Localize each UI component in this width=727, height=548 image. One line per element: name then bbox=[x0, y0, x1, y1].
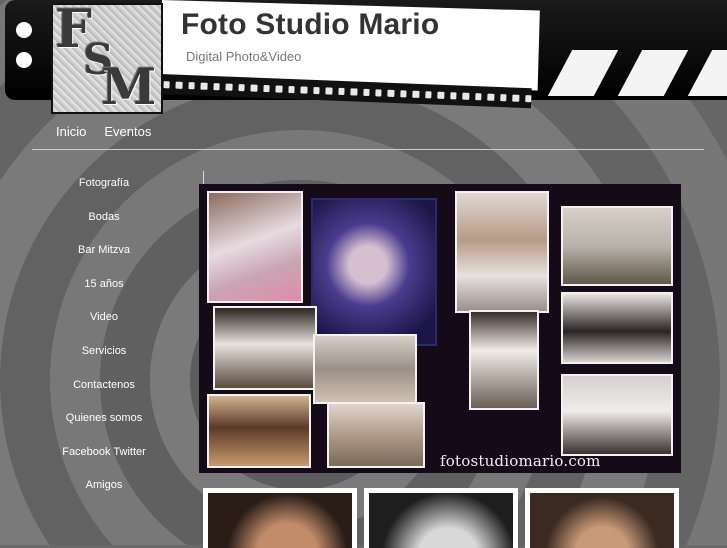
site-header: F S M Foto Studio Mario Digital Photo&Vi… bbox=[0, 0, 727, 112]
collage-photo-group bbox=[561, 292, 673, 364]
collage-photo-couple-glasses bbox=[455, 191, 549, 313]
logo-letter-m: M bbox=[101, 57, 157, 112]
collage-photo-couple-purple bbox=[311, 198, 437, 346]
content-divider bbox=[203, 171, 204, 185]
photo-collage bbox=[199, 184, 681, 473]
site-logo[interactable]: F S M bbox=[53, 5, 161, 112]
top-navigation: Inicio Eventos bbox=[56, 124, 151, 139]
sidebar-item-bodas[interactable]: Bodas bbox=[34, 204, 174, 238]
collage-photo-bride bbox=[207, 191, 303, 303]
collage-photo-party bbox=[207, 394, 311, 468]
collage-photo-musicians bbox=[561, 206, 673, 286]
thumbnail-2[interactable] bbox=[364, 488, 518, 548]
collage-photo-celebration bbox=[561, 374, 673, 456]
sidebar-item-contactenos[interactable]: Contactenos bbox=[34, 372, 174, 406]
collage-photo-ceremony bbox=[313, 334, 417, 404]
sidebar-item-15-anos[interactable]: 15 años bbox=[34, 271, 174, 305]
sidebar-item-fotografia[interactable]: Fotografía bbox=[34, 170, 174, 204]
collage-watermark: fotostudiomario.com bbox=[440, 452, 601, 470]
sidebar-item-bar-mitzva[interactable]: Bar Mitzva bbox=[34, 237, 174, 271]
film-sprocket-holes bbox=[16, 22, 36, 86]
site-subtitle: Digital Photo&Video bbox=[186, 49, 302, 64]
collage-photo-bride-groom bbox=[213, 306, 317, 390]
sidebar-item-amigos[interactable]: Amigos bbox=[34, 472, 174, 506]
sidebar-item-quienes-somos[interactable]: Quienes somos bbox=[34, 405, 174, 439]
collage-photo-bar-mitzva bbox=[469, 310, 539, 410]
site-title[interactable]: Foto Studio Mario bbox=[181, 8, 439, 42]
sidebar-menu: Fotografía Bodas Bar Mitzva 15 años Vide… bbox=[34, 170, 174, 506]
nav-divider bbox=[32, 149, 704, 150]
sidebar-item-facebook-twitter[interactable]: Facebook Twitter bbox=[34, 439, 174, 473]
nav-item-eventos[interactable]: Eventos bbox=[104, 124, 151, 139]
thumbnail-3[interactable] bbox=[525, 488, 679, 548]
nav-item-inicio[interactable]: Inicio bbox=[56, 124, 86, 139]
collage-photo-dance bbox=[327, 402, 425, 468]
thumbnail-1[interactable] bbox=[203, 488, 357, 548]
sidebar-item-servicios[interactable]: Servicios bbox=[34, 338, 174, 372]
sidebar-item-video[interactable]: Video bbox=[34, 304, 174, 338]
